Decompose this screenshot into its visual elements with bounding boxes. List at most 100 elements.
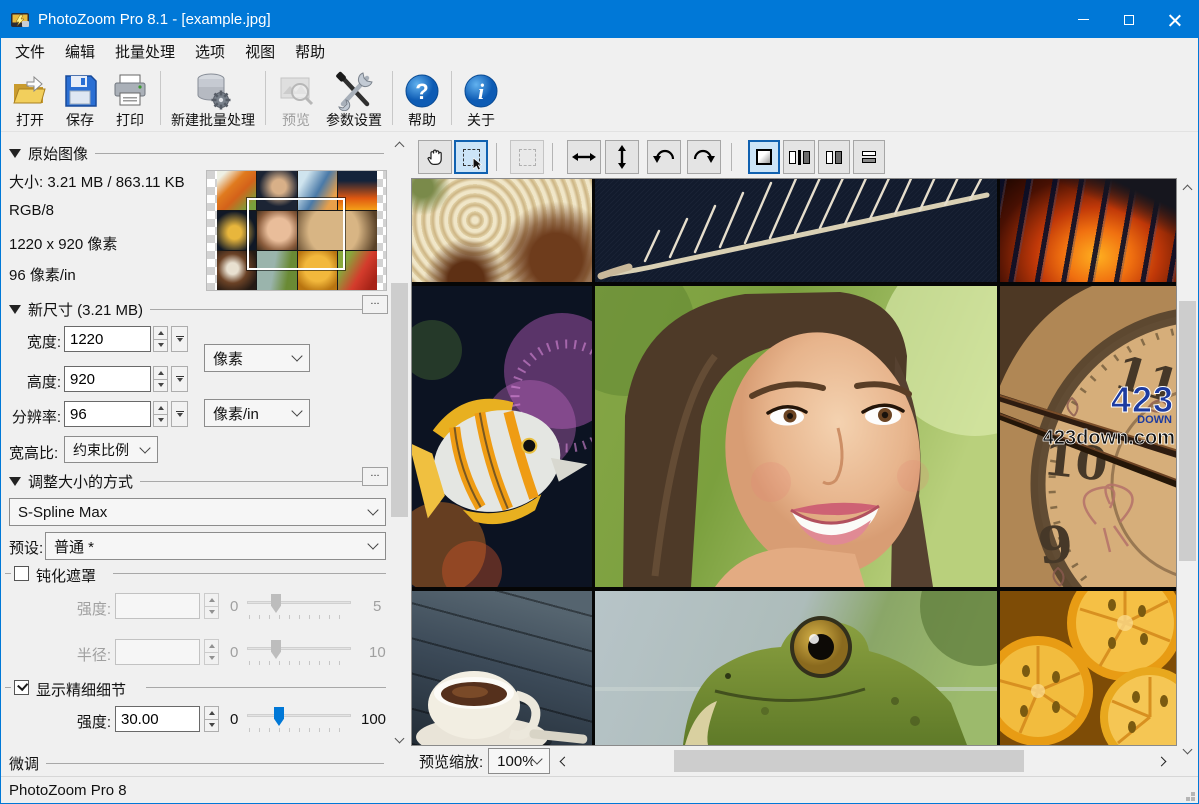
collapse-triangle-icon[interactable] — [9, 305, 21, 314]
collapse-triangle-icon[interactable] — [9, 149, 21, 158]
scroll-left-button[interactable] — [550, 753, 574, 770]
slider-thumb[interactable] — [274, 707, 284, 726]
rotate-right-button[interactable] — [687, 140, 721, 174]
tile-woman-portrait — [595, 286, 997, 587]
resolution-stepper[interactable] — [153, 401, 168, 427]
menu-edit[interactable]: 编辑 — [55, 39, 105, 64]
unsharp-radius-max: 10 — [369, 644, 386, 661]
unsharp-radius-label: 半径: — [61, 644, 111, 665]
preview-region-rectangle[interactable] — [247, 198, 345, 270]
open-button[interactable]: 打开 — [5, 67, 55, 129]
resolution-label: 分辨率: — [1, 406, 61, 427]
window-title: PhotoZoom Pro 8.1 - [example.jpg] — [38, 11, 271, 28]
zoom-combobox[interactable]: 100% — [488, 748, 550, 774]
view-single-button[interactable] — [748, 140, 780, 174]
width-stepper[interactable] — [153, 326, 168, 352]
status-bar: PhotoZoom Pro 8 — [1, 776, 1198, 804]
detail-strength-max: 100 — [361, 711, 386, 728]
scroll-up-button[interactable] — [390, 136, 409, 153]
menu-help[interactable]: 帮助 — [285, 39, 335, 64]
tile-coffee-cup — [412, 591, 592, 745]
view-split-button[interactable] — [783, 140, 815, 174]
about-icon: i — [462, 70, 500, 112]
menu-bar: 文件 编辑 批量处理 选项 视图 帮助 — [1, 38, 1198, 64]
rotate-right-icon — [692, 147, 716, 167]
preview-canvas[interactable]: 11 10 9 — [411, 178, 1177, 746]
scrollbar-thumb[interactable] — [391, 283, 408, 517]
open-folder-icon — [10, 70, 50, 112]
flip-vertical-button[interactable] — [605, 140, 639, 174]
preview-hscrollbar[interactable] — [574, 750, 1148, 772]
marquee-tool-button[interactable] — [454, 140, 488, 174]
height-preset-button[interactable] — [171, 366, 188, 392]
width-preset-button[interactable] — [171, 326, 188, 352]
unsharp-mask-checkbox[interactable] — [14, 566, 29, 581]
fine-detail-checkbox[interactable] — [14, 680, 29, 695]
settings-sidebar: 原始图像 大小: 3.21 MB / 863.11 KB RGB/8 1220 … — [1, 132, 410, 776]
maximize-button[interactable] — [1106, 1, 1152, 38]
resolution-preset-button[interactable] — [171, 401, 188, 427]
resize-grip[interactable] — [1191, 797, 1195, 801]
detail-strength-input[interactable] — [115, 706, 200, 732]
save-button[interactable]: 保存 — [55, 67, 105, 129]
chevron-down-icon — [139, 442, 150, 453]
close-button[interactable] — [1152, 1, 1198, 38]
settings-tools-icon — [333, 70, 375, 112]
help-button[interactable]: ? 帮助 — [398, 67, 446, 129]
method-more-button[interactable]: ... — [362, 467, 388, 486]
scrollbar-thumb[interactable] — [674, 750, 1024, 772]
aspect-combobox[interactable]: 约束比例 — [64, 436, 158, 463]
resolution-unit-combobox[interactable]: 像素/in — [204, 399, 310, 427]
pan-tool-button[interactable] — [418, 140, 452, 174]
menu-file[interactable]: 文件 — [5, 39, 55, 64]
preview-vscrollbar[interactable] — [1178, 179, 1197, 759]
view-stacked-button[interactable] — [853, 140, 885, 174]
aspect-label: 宽高比: — [9, 442, 58, 463]
sidebar-scrollbar[interactable] — [390, 136, 409, 762]
rotate-left-button[interactable] — [647, 140, 681, 174]
scroll-right-button[interactable] — [1148, 753, 1178, 770]
new-size-more-button[interactable]: ... — [362, 295, 388, 314]
preview-button: 预览 — [271, 67, 321, 129]
unsharp-strength-slider — [247, 593, 351, 617]
tile-orange-slices — [1000, 591, 1176, 745]
marquee-selection-icon — [463, 149, 480, 166]
scroll-down-button[interactable] — [390, 731, 409, 748]
chevron-down-icon — [367, 538, 378, 549]
close-icon — [1169, 14, 1181, 26]
flip-horizontal-button[interactable] — [567, 140, 601, 174]
minimize-button[interactable] — [1060, 1, 1106, 38]
help-icon: ? — [403, 70, 441, 112]
width-input[interactable] — [64, 326, 151, 352]
menu-options[interactable]: 选项 — [185, 39, 235, 64]
tile-butterflyfish — [412, 286, 592, 587]
original-thumbnail[interactable] — [206, 170, 387, 291]
printer-icon — [110, 70, 150, 112]
menu-view[interactable]: 视图 — [235, 39, 285, 64]
app-window: PhotoZoom Pro 8.1 - [example.jpg] 文件 编辑 … — [0, 0, 1199, 804]
height-input[interactable] — [64, 366, 151, 392]
settings-button[interactable]: 参数设置 — [321, 67, 387, 129]
scroll-down-button[interactable] — [1178, 742, 1197, 759]
menu-batch[interactable]: 批量处理 — [105, 39, 185, 64]
view-dual-button[interactable] — [818, 140, 850, 174]
detail-strength-stepper[interactable] — [204, 706, 219, 732]
single-view-icon — [756, 149, 772, 165]
unsharp-radius-input — [115, 639, 200, 665]
print-button[interactable]: 打印 — [105, 67, 155, 129]
detail-strength-slider[interactable] — [247, 706, 351, 730]
collapse-triangle-icon[interactable] — [9, 477, 21, 486]
scrollbar-thumb[interactable] — [1179, 301, 1196, 561]
resolution-input[interactable] — [64, 401, 151, 427]
height-label: 高度: — [9, 371, 61, 392]
algorithm-combobox[interactable]: S-Spline Max — [9, 498, 386, 526]
unsharp-radius-slider — [247, 639, 351, 663]
app-icon — [10, 10, 30, 30]
scroll-up-button[interactable] — [1178, 179, 1197, 196]
preset-combobox[interactable]: 普通 * — [45, 532, 386, 560]
about-button[interactable]: i 关于 — [457, 67, 505, 129]
size-unit-combobox[interactable]: 像素 — [204, 344, 310, 372]
height-stepper[interactable] — [153, 366, 168, 392]
new-batch-button[interactable]: 新建批量处理 — [166, 67, 260, 129]
unsharp-strength-label: 强度: — [61, 598, 111, 619]
